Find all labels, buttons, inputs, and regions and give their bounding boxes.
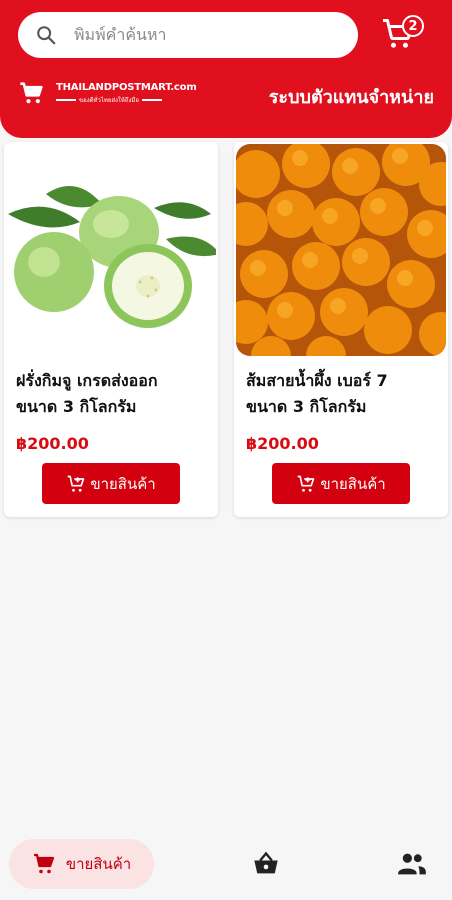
sell-button[interactable]: ขายสินค้า	[272, 463, 410, 504]
nav-sell-label: ขายสินค้า	[65, 855, 132, 873]
sell-button-label: ขายสินค้า	[320, 474, 386, 493]
product-price: ฿200.00	[16, 434, 89, 453]
product-price: ฿200.00	[246, 434, 319, 453]
logo-cart-icon	[20, 82, 43, 104]
product-name-line1: ส้มสายน้ำผึ้ง เบอร์ 7	[246, 371, 388, 390]
nav-sell-tab[interactable]: ขายสินค้า	[9, 839, 154, 889]
product-image-guava	[6, 144, 216, 356]
search-input[interactable]: พิมพ์คำค้นหา	[18, 12, 358, 58]
product-card[interactable]: ส้มสายน้ำผึ้ง เบอร์ 7 ขนาด 3 กิโลกรัม ฿2…	[234, 142, 448, 517]
sell-button[interactable]: ขายสินค้า	[42, 463, 180, 504]
logo-tagline: ของดีทั่วไทยส่งให้ถึงมือ	[79, 96, 139, 104]
product-card[interactable]: ฝรั่งกิมจู เกรดส่งออก ขนาด 3 กิโลกรัม ฿2…	[4, 142, 218, 517]
users-icon[interactable]	[397, 850, 427, 878]
header: พิมพ์คำค้นหา 2 THAILANDPOSTMART.com ของด…	[0, 0, 452, 138]
page-title: ระบบตัวแทนจำหน่าย	[268, 87, 434, 108]
search-placeholder: พิมพ์คำค้นหา	[74, 24, 167, 44]
product-name-line2: ขนาด 3 กิโลกรัม	[16, 397, 137, 416]
cart-badge: 2	[402, 15, 424, 37]
bottom-nav: ขายสินค้า	[0, 830, 452, 900]
product-name: ส้มสายน้ำผึ้ง เบอร์ 7 ขนาด 3 กิโลกรัม	[246, 368, 442, 420]
product-image-oranges	[236, 144, 446, 356]
logo-text: THAILANDPOSTMART.com	[56, 81, 197, 93]
cart-icon	[33, 853, 54, 874]
basket-icon[interactable]	[252, 850, 280, 878]
cart-button[interactable]: 2	[378, 12, 426, 56]
add-cart-icon	[67, 475, 85, 492]
add-cart-icon	[297, 475, 315, 492]
logo: THAILANDPOSTMART.com ของดีทั่วไทยส่งให้ถ…	[18, 76, 208, 110]
product-name-line1: ฝรั่งกิมจู เกรดส่งออก	[16, 371, 158, 390]
search-icon	[34, 23, 58, 47]
product-name: ฝรั่งกิมจู เกรดส่งออก ขนาด 3 กิโลกรัม	[16, 368, 212, 420]
product-name-line2: ขนาด 3 กิโลกรัม	[246, 397, 367, 416]
sell-button-label: ขายสินค้า	[90, 474, 156, 493]
